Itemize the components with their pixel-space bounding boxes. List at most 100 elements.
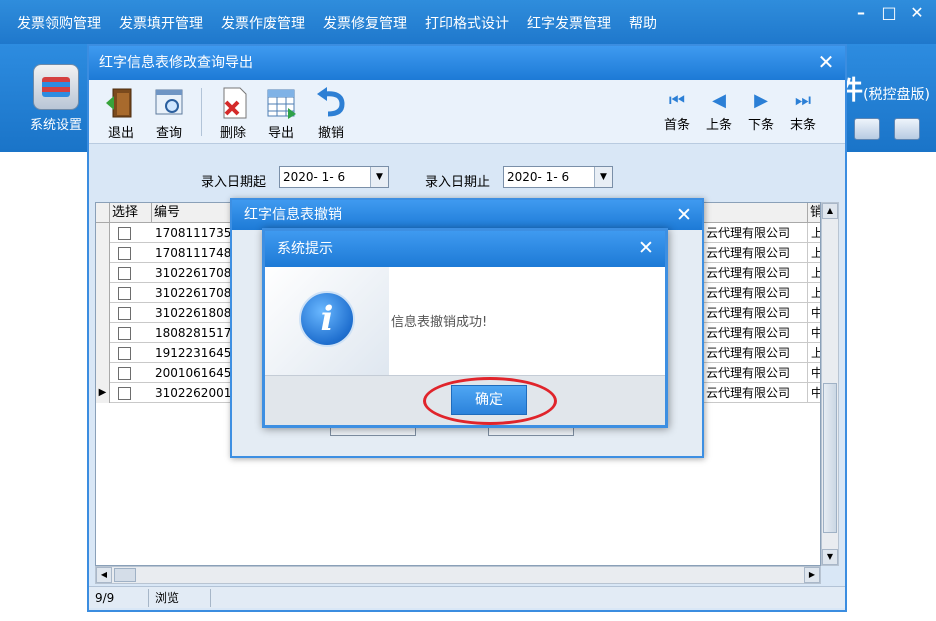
nav-prev-button[interactable]: ◀ 上条: [699, 90, 739, 133]
cell-company: 云代理有限公司: [704, 343, 808, 363]
row-checkbox[interactable]: [118, 247, 131, 260]
row-checkbox[interactable]: [118, 307, 131, 320]
row-indicator-header: [96, 203, 110, 223]
system-prompt-dialog: 系统提示 ✕ i 信息表撤销成功! 确定: [262, 228, 668, 428]
menu-invoice-repair[interactable]: 发票修复管理: [314, 12, 416, 36]
menu-invoice-void[interactable]: 发票作废管理: [212, 12, 314, 36]
highlight-circle: [423, 377, 557, 425]
cell-number: 31022617080: [152, 283, 232, 303]
system-settings-button[interactable]: 系统设置: [22, 64, 90, 133]
settings-icon: [33, 64, 79, 110]
nav-first-button[interactable]: ⏮ 首条: [657, 90, 697, 133]
row-checkbox[interactable]: [118, 347, 131, 360]
scroll-up-icon[interactable]: ▲: [822, 203, 838, 219]
query-window-close-button[interactable]: ✕: [815, 51, 837, 73]
nav-next-label: 下条: [747, 118, 774, 133]
row-indicator: [96, 243, 110, 263]
scroll-left-icon[interactable]: ◀: [96, 567, 112, 583]
revoke-dialog-close-button[interactable]: ✕: [674, 204, 694, 226]
chevron-down-icon[interactable]: ▼: [370, 167, 388, 187]
prompt-title: 系统提示: [277, 241, 333, 257]
date-from-picker[interactable]: 2020- 1- 6 ▼: [279, 166, 389, 188]
column-header-select[interactable]: 选择: [110, 203, 152, 223]
row-indicator: [96, 223, 110, 243]
prev-record-icon: ◀: [712, 90, 726, 111]
prompt-footer: 确定: [265, 375, 665, 425]
menu-invoice-purchase[interactable]: 发票领购管理: [8, 12, 110, 36]
row-checkbox[interactable]: [118, 267, 131, 280]
row-indicator: [96, 283, 110, 303]
query-label: 查询: [155, 126, 182, 141]
current-row-indicator: ▶: [96, 383, 110, 403]
cell-seller: 上: [808, 263, 820, 283]
row-indicator: [96, 363, 110, 383]
row-checkbox[interactable]: [118, 367, 131, 380]
lock-icon[interactable]: [854, 118, 880, 140]
clipboard-icon[interactable]: [894, 118, 920, 140]
nav-last-label: 末条: [789, 118, 816, 133]
cell-number: 17081117351: [152, 223, 232, 243]
cell-company: 云代理有限公司: [704, 263, 808, 283]
vertical-scroll-thumb[interactable]: [823, 383, 837, 533]
revoke-dialog-titlebar: 红字信息表撤销: [232, 200, 702, 230]
cell-number: 17081117485: [152, 243, 232, 263]
delete-button[interactable]: 删除: [209, 86, 257, 141]
horizontal-scroll-thumb[interactable]: [114, 568, 136, 582]
close-button[interactable]: ✕: [906, 2, 928, 24]
exit-button[interactable]: 退出: [97, 86, 145, 141]
cell-company: 云代理有限公司: [704, 243, 808, 263]
system-settings-label: 系统设置: [29, 118, 82, 133]
row-indicator: [96, 263, 110, 283]
row-checkbox[interactable]: [118, 387, 131, 400]
maximize-button[interactable]: □: [878, 2, 900, 24]
export-button[interactable]: 导出: [257, 86, 305, 141]
brand-title: 件(税控盘版): [837, 70, 930, 107]
cell-number: 31022617080: [152, 263, 232, 283]
revoke-button[interactable]: 撤销: [307, 86, 355, 141]
row-checkbox[interactable]: [118, 327, 131, 340]
menu-bar: 发票领购管理 发票填开管理 发票作废管理 发票修复管理 打印格式设计 红字发票管…: [8, 12, 666, 36]
date-to-picker[interactable]: 2020- 1- 6 ▼: [503, 166, 613, 188]
scroll-right-icon[interactable]: ▶: [804, 567, 820, 583]
menu-print-format[interactable]: 打印格式设计: [416, 12, 518, 36]
vertical-scrollbar[interactable]: ▲ ▼: [821, 202, 839, 566]
nav-last-button[interactable]: ⏭ 末条: [783, 90, 823, 133]
prompt-close-button[interactable]: ✕: [635, 237, 657, 259]
last-record-icon: ⏭: [794, 90, 812, 111]
date-to-label: 录入日期止: [425, 175, 491, 190]
menu-red-invoice[interactable]: 红字发票管理: [518, 12, 620, 36]
scroll-down-icon[interactable]: ▼: [822, 549, 838, 565]
toolbar: 退出 查询 删除 导出 撤销 ⏮ 首条 ◀ 上条 ▶ 下条 ⏭ 末条: [89, 80, 845, 144]
cell-seller: 中: [808, 323, 820, 343]
minimize-button[interactable]: –: [850, 2, 872, 24]
toolbar-separator: [201, 88, 202, 136]
cell-company: 云代理有限公司: [704, 283, 808, 303]
cell-company: 云代理有限公司: [704, 303, 808, 323]
cell-seller: 中: [808, 303, 820, 323]
cell-seller: 上: [808, 243, 820, 263]
menu-help[interactable]: 帮助: [620, 12, 666, 36]
row-checkbox[interactable]: [118, 227, 131, 240]
cell-seller: 上: [808, 283, 820, 303]
prompt-titlebar: 系统提示: [265, 231, 665, 267]
query-button[interactable]: 查询: [145, 86, 193, 141]
cell-number: 18082815175: [152, 323, 232, 343]
revoke-label: 撤销: [317, 126, 344, 141]
menu-invoice-issue[interactable]: 发票填开管理: [110, 12, 212, 36]
cell-company: 云代理有限公司: [704, 223, 808, 243]
chevron-down-icon[interactable]: ▼: [594, 167, 612, 187]
delete-label: 删除: [219, 126, 246, 141]
info-icon: i: [299, 291, 355, 347]
horizontal-scrollbar[interactable]: ◀ ▶: [95, 566, 821, 584]
ribbon-right-icons: [854, 118, 920, 140]
column-header-seller[interactable]: 销: [808, 203, 820, 223]
cell-number: 31022618081: [152, 303, 232, 323]
query-window-title: 红字信息表修改查询导出: [99, 55, 253, 71]
row-checkbox[interactable]: [118, 287, 131, 300]
date-filter-row: 录入日期起 2020- 1- 6 ▼ 录入日期止 2020- 1- 6 ▼: [89, 144, 845, 200]
cell-number: 19122316451: [152, 343, 232, 363]
status-mode: 浏览: [151, 589, 211, 607]
record-count: 9/9: [91, 589, 149, 607]
brand-edition: (税控盘版): [863, 87, 930, 103]
nav-next-button[interactable]: ▶ 下条: [741, 90, 781, 133]
